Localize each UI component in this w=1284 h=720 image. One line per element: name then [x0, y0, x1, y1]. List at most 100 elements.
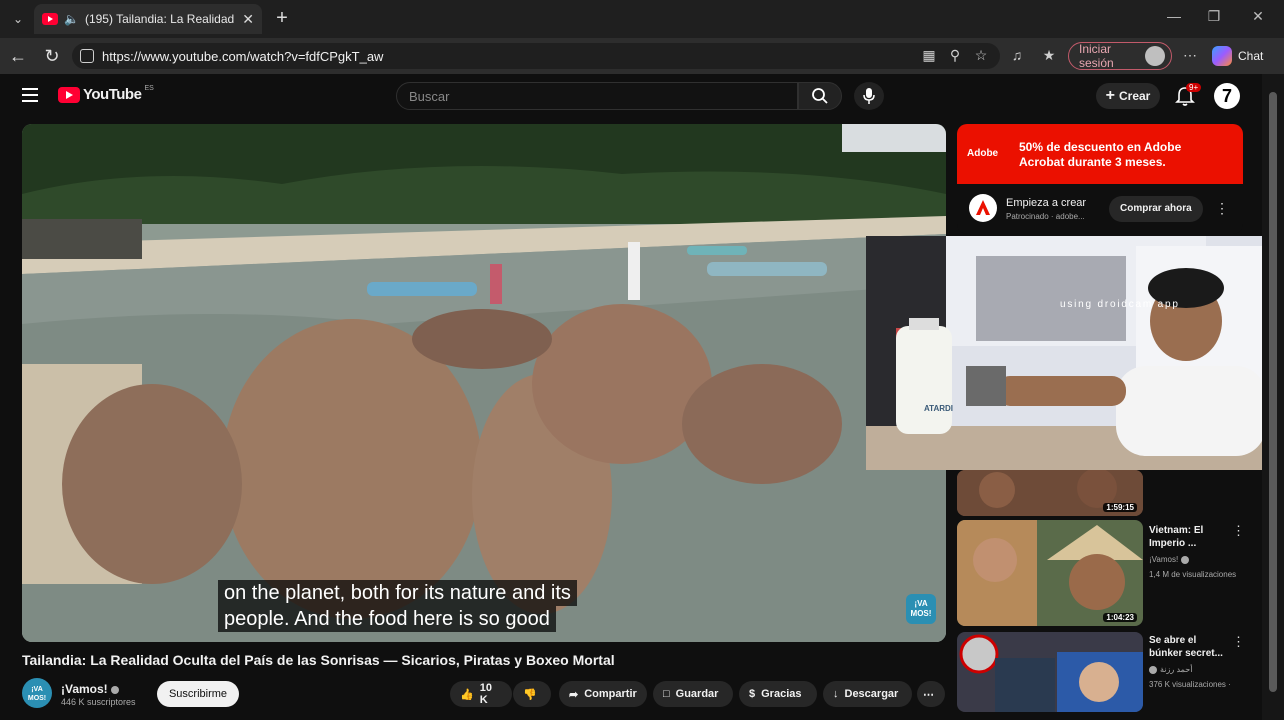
- media-control-icon[interactable]: ♫: [1008, 46, 1026, 64]
- like-button[interactable]: 👍 10 K: [450, 681, 512, 707]
- more-options-icon[interactable]: ⋯: [1181, 46, 1199, 64]
- thumbs-up-icon: 👍: [460, 688, 474, 701]
- favorites-icon[interactable]: ★: [1040, 46, 1058, 64]
- subtitle-line-2: people. And the food here is so good: [218, 606, 556, 632]
- video-player[interactable]: on the planet, both for its nature and i…: [22, 124, 946, 642]
- verified-icon: [110, 685, 119, 694]
- youtube-logo[interactable]: YouTube ES: [58, 85, 154, 103]
- subtitle-line-1: on the planet, both for its nature and i…: [218, 580, 577, 606]
- thanks-dollar-icon: $: [749, 688, 756, 700]
- new-tab-icon[interactable]: +: [270, 6, 294, 30]
- create-label: Crear: [1118, 89, 1151, 103]
- recommendation-thumbnail[interactable]: 1:59:15: [957, 470, 1143, 516]
- recommendation-thumbnail[interactable]: [957, 632, 1143, 712]
- channel-name-text: ¡Vamos!: [61, 682, 108, 696]
- share-arrow-icon: ➦: [569, 688, 579, 701]
- search-button[interactable]: [798, 82, 842, 110]
- back-arrow-icon[interactable]: ←: [6, 44, 30, 68]
- download-icon: ↓: [833, 688, 839, 700]
- recommendation-menu-icon[interactable]: ⋮: [1232, 634, 1245, 650]
- ad-buy-button[interactable]: Comprar ahora: [1109, 196, 1203, 222]
- video-duration: 1:59:15: [1103, 503, 1137, 512]
- recommendation-channel[interactable]: أحمد رزنة: [1149, 665, 1192, 674]
- ad-banner[interactable]: Adobe 50% de descuento en Adobe Acrobat …: [957, 124, 1243, 184]
- close-tab-icon[interactable]: ✕: [242, 11, 254, 28]
- copilot-chat-button[interactable]: Chat: [1212, 44, 1276, 68]
- notification-count-badge: 9+: [1186, 83, 1202, 92]
- download-button[interactable]: ↓ Descargar: [823, 681, 912, 707]
- adobe-logo: Adobe: [967, 148, 999, 159]
- subscribe-button[interactable]: Suscribirme: [157, 681, 239, 707]
- site-info-icon[interactable]: [80, 49, 94, 63]
- youtube-header: YouTube ES Buscar + Crear 9+ 7: [0, 74, 1262, 118]
- close-window-icon[interactable]: ✕: [1246, 8, 1270, 25]
- recommendation-channel[interactable]: ¡Vamos!: [1149, 555, 1190, 564]
- channel-avatar[interactable]: ¡VA MOS!: [22, 678, 52, 708]
- share-button[interactable]: ➦ Compartir: [559, 681, 647, 707]
- page-scrollbar[interactable]: [1262, 74, 1284, 720]
- thanks-label: Gracias: [761, 688, 802, 700]
- thumbnail-image: [957, 520, 1143, 626]
- zoom-icon[interactable]: ⚲: [946, 46, 964, 64]
- voice-search-button[interactable]: [854, 82, 884, 110]
- verified-icon: [1181, 555, 1190, 564]
- speaker-icon[interactable]: 🔈: [64, 12, 79, 26]
- channel-watermark[interactable]: ¡VA MOS!: [906, 594, 936, 624]
- download-label: Descargar: [844, 688, 899, 700]
- bottle-label: ATARDI: [924, 404, 954, 413]
- share-label: Compartir: [584, 688, 637, 700]
- recommendation-views: 376 K visualizaciones ·: [1149, 680, 1231, 689]
- profile-avatar-icon: [1145, 46, 1165, 66]
- subscriber-count: 446 K suscriptores: [61, 697, 136, 707]
- more-dots-icon: ⋯: [923, 688, 934, 701]
- ad-headline: 50% de descuento en Adobe Acrobat durant…: [1019, 140, 1182, 169]
- scrollbar-thumb[interactable]: [1269, 92, 1277, 692]
- video-duration: 1:04:23: [1103, 613, 1137, 622]
- recommendation-title[interactable]: Se abre el búnker secret...: [1149, 634, 1229, 660]
- webcam-overlay: using droidcam app ATARDI: [866, 236, 1284, 470]
- bookmark-icon: □: [663, 688, 670, 700]
- signin-button[interactable]: Iniciar sesión: [1068, 42, 1172, 70]
- browser-tab-active[interactable]: 🔈 (195) Tailandia: La Realidad Ocu ✕: [34, 4, 262, 34]
- create-button[interactable]: + Crear: [1096, 83, 1160, 109]
- tab-title: (195) Tailandia: La Realidad Ocu: [84, 12, 236, 26]
- plus-icon: +: [1105, 87, 1115, 104]
- sponsored-ad-card[interactable]: Adobe 50% de descuento en Adobe Acrobat …: [957, 124, 1243, 234]
- copilot-icon: [1212, 46, 1232, 66]
- search-input[interactable]: Buscar: [396, 82, 798, 110]
- verified-icon: [1149, 665, 1157, 674]
- thanks-button[interactable]: $ Gracias: [739, 681, 817, 707]
- video-title: Tailandia: La Realidad Oculta del País d…: [22, 652, 615, 668]
- ad-menu-icon[interactable]: ⋮: [1215, 200, 1229, 217]
- thumbnail-image: [957, 632, 1143, 712]
- address-bar[interactable]: https://www.youtube.com/watch?v=fdfCPgkT…: [72, 43, 1000, 69]
- save-button[interactable]: □ Guardar: [653, 681, 733, 707]
- dislike-button[interactable]: 👎: [513, 681, 551, 707]
- region-code: ES: [144, 85, 154, 92]
- youtube-wordmark: YouTube: [83, 86, 142, 103]
- recommendation-views: 1,4 M de visualizaciones: [1149, 570, 1237, 579]
- tab-actions-chevron-icon[interactable]: ⌄: [6, 8, 30, 30]
- url-text: https://www.youtube.com/watch?v=fdfCPgkT…: [102, 48, 384, 64]
- youtube-favicon-icon: [42, 13, 58, 25]
- browser-tab-bar: ⌄ 🔈 (195) Tailandia: La Realidad Ocu ✕ +…: [0, 0, 1284, 38]
- droidcam-watermark: using droidcam app: [1060, 299, 1180, 310]
- app-install-icon[interactable]: ▦: [920, 46, 938, 64]
- acrobat-logo-icon: [969, 194, 997, 222]
- more-actions-button[interactable]: ⋯: [917, 681, 945, 707]
- channel-name-text: ¡Vamos!: [1149, 555, 1179, 564]
- restore-icon[interactable]: ❐: [1202, 8, 1226, 25]
- microphone-icon: [863, 88, 875, 104]
- minimize-icon[interactable]: —: [1162, 8, 1186, 24]
- channel-name[interactable]: ¡Vamos!: [61, 682, 119, 696]
- chat-label: Chat: [1238, 49, 1264, 63]
- user-avatar[interactable]: 7: [1214, 83, 1240, 109]
- reload-icon[interactable]: ↻: [40, 44, 64, 68]
- search-placeholder: Buscar: [409, 88, 450, 104]
- hamburger-menu-icon[interactable]: [22, 88, 38, 102]
- recommendation-title[interactable]: Vietnam: El Imperio ...: [1149, 524, 1229, 550]
- thumbs-down-icon: 👎: [523, 688, 537, 701]
- favorite-star-icon[interactable]: ☆: [972, 46, 990, 64]
- recommendation-thumbnail[interactable]: 1:04:23: [957, 520, 1143, 626]
- recommendation-menu-icon[interactable]: ⋮: [1232, 523, 1245, 539]
